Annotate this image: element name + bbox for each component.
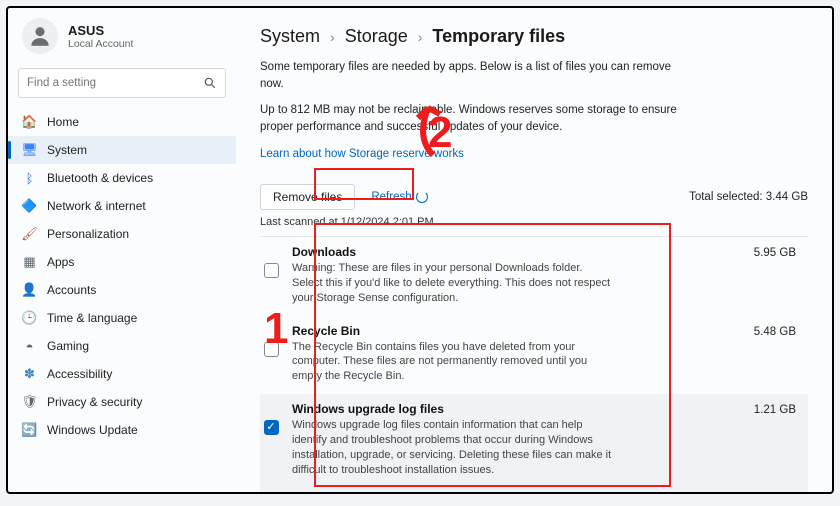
sidebar: ASUS Local Account 🏠 Home 🖥 System ᛒ Bluetoot… bbox=[8, 8, 236, 492]
sidebar-item-gaming[interactable]: ◓ Gaming bbox=[8, 332, 236, 360]
chevron-right-icon: › bbox=[418, 29, 423, 45]
nav-label: Apps bbox=[47, 255, 74, 269]
remove-files-button[interactable]: Remove files bbox=[260, 184, 355, 210]
breadcrumb-current: Temporary files bbox=[432, 26, 565, 47]
nav-label: Time & language bbox=[47, 311, 137, 325]
nav-icon: ✽ bbox=[22, 367, 37, 382]
search-input-wrap[interactable] bbox=[18, 68, 226, 98]
file-description: The Recycle Bin contains files you have … bbox=[292, 340, 612, 385]
nav-icon: ▦ bbox=[22, 255, 37, 270]
profile-block[interactable]: ASUS Local Account bbox=[8, 18, 236, 68]
file-checkbox[interactable] bbox=[264, 263, 279, 278]
nav-icon: 🏠 bbox=[22, 115, 37, 130]
profile-name: ASUS bbox=[68, 23, 133, 38]
sidebar-item-apps[interactable]: ▦ Apps bbox=[8, 248, 236, 276]
file-size: 1.21 GB bbox=[754, 404, 796, 416]
nav-label: Windows Update bbox=[47, 423, 138, 437]
file-size: 5.95 GB bbox=[754, 247, 796, 259]
file-checkbox[interactable] bbox=[264, 420, 279, 435]
nav-label: System bbox=[47, 143, 87, 157]
nav-label: Accessibility bbox=[47, 367, 112, 381]
intro-text-1: Some temporary files are needed by apps.… bbox=[260, 59, 680, 94]
profile-text: ASUS Local Account bbox=[68, 23, 133, 50]
nav-icon: ᛒ bbox=[22, 171, 37, 186]
nav-icon: 👤 bbox=[22, 283, 37, 298]
sidebar-item-windows-update[interactable]: 🔄 Windows Update bbox=[8, 416, 236, 444]
intro-text-2: Up to 812 MB may not be reclaimable. Win… bbox=[260, 102, 680, 137]
breadcrumb-storage[interactable]: Storage bbox=[345, 26, 408, 47]
refresh-icon bbox=[416, 191, 428, 203]
file-size: 5.48 GB bbox=[754, 326, 796, 338]
file-title: Recycle Bin bbox=[292, 324, 360, 338]
nav-label: Gaming bbox=[47, 339, 89, 353]
nav-label: Home bbox=[47, 115, 79, 129]
learn-link[interactable]: Learn about how Storage reserve works bbox=[260, 148, 464, 160]
file-item: Windows upgrade log files 1.21 GB Windows … bbox=[260, 394, 808, 487]
file-description: Warning: These are files in your persona… bbox=[292, 261, 612, 306]
file-checkbox[interactable] bbox=[264, 342, 279, 357]
action-row: Remove files Refresh Total selected: 3.4… bbox=[260, 184, 808, 210]
sidebar-item-accessibility[interactable]: ✽ Accessibility bbox=[8, 360, 236, 388]
sidebar-item-bluetooth-devices[interactable]: ᛒ Bluetooth & devices bbox=[8, 164, 236, 192]
nav-label: Network & internet bbox=[47, 199, 146, 213]
refresh-label: Refresh bbox=[371, 191, 411, 203]
total-selected: Total selected: 3.44 GB bbox=[689, 191, 808, 203]
nav-label: Bluetooth & devices bbox=[47, 171, 153, 185]
settings-window: ASUS Local Account 🏠 Home 🖥 System ᛒ Bluetoot… bbox=[6, 6, 834, 494]
chevron-right-icon: › bbox=[330, 29, 335, 45]
last-scanned: Last scanned at 1/12/2024 2:01 PM bbox=[260, 216, 808, 228]
refresh-button[interactable]: Refresh bbox=[371, 191, 427, 203]
file-title: Downloads bbox=[292, 245, 356, 259]
sidebar-item-network-internet[interactable]: 🔷 Network & internet bbox=[8, 192, 236, 220]
sidebar-item-home[interactable]: 🏠 Home bbox=[8, 108, 236, 136]
nav-icon: 🔄 bbox=[22, 423, 37, 438]
nav-icon: 🕒 bbox=[22, 311, 37, 326]
sidebar-item-personalization[interactable]: 🖌 Personalization bbox=[8, 220, 236, 248]
nav-label: Personalization bbox=[47, 227, 129, 241]
nav-icon: 🔷 bbox=[22, 199, 37, 214]
nav-icon: 🛡 bbox=[22, 395, 37, 410]
file-item: Recycle Bin 5.48 GB The Recycle Bin contai… bbox=[260, 316, 808, 395]
file-title: Windows upgrade log files bbox=[292, 402, 444, 416]
sidebar-item-system[interactable]: 🖥 System bbox=[8, 136, 236, 164]
nav-icon: 🖥 bbox=[22, 143, 37, 158]
main-content: System › Storage › Temporary files Some … bbox=[236, 8, 832, 492]
nav-label: Privacy & security bbox=[47, 395, 142, 409]
sidebar-item-accounts[interactable]: 👤 Accounts bbox=[8, 276, 236, 304]
file-list: Downloads 5.95 GB Warning: These are files… bbox=[260, 236, 808, 492]
search-icon bbox=[203, 76, 217, 90]
file-item: System error memory dump files1.08 GBRem… bbox=[260, 487, 808, 492]
breadcrumb-system[interactable]: System bbox=[260, 26, 320, 47]
file-description: Windows upgrade log files contain inform… bbox=[292, 418, 612, 477]
profile-account: Local Account bbox=[68, 38, 133, 50]
breadcrumb: System › Storage › Temporary files bbox=[260, 26, 808, 47]
sidebar-item-time-language[interactable]: 🕒 Time & language bbox=[8, 304, 236, 332]
nav-label: Accounts bbox=[47, 283, 96, 297]
search-input[interactable] bbox=[27, 77, 203, 89]
nav-icon: 🖌 bbox=[22, 227, 37, 242]
sidebar-item-privacy-security[interactable]: 🛡 Privacy & security bbox=[8, 388, 236, 416]
file-item: Downloads 5.95 GB Warning: These are files… bbox=[260, 237, 808, 316]
nav-list: 🏠 Home 🖥 System ᛒ Bluetooth & devices 🔷 Network… bbox=[8, 108, 236, 444]
nav-icon: ◓ bbox=[22, 339, 37, 354]
avatar bbox=[22, 18, 58, 54]
